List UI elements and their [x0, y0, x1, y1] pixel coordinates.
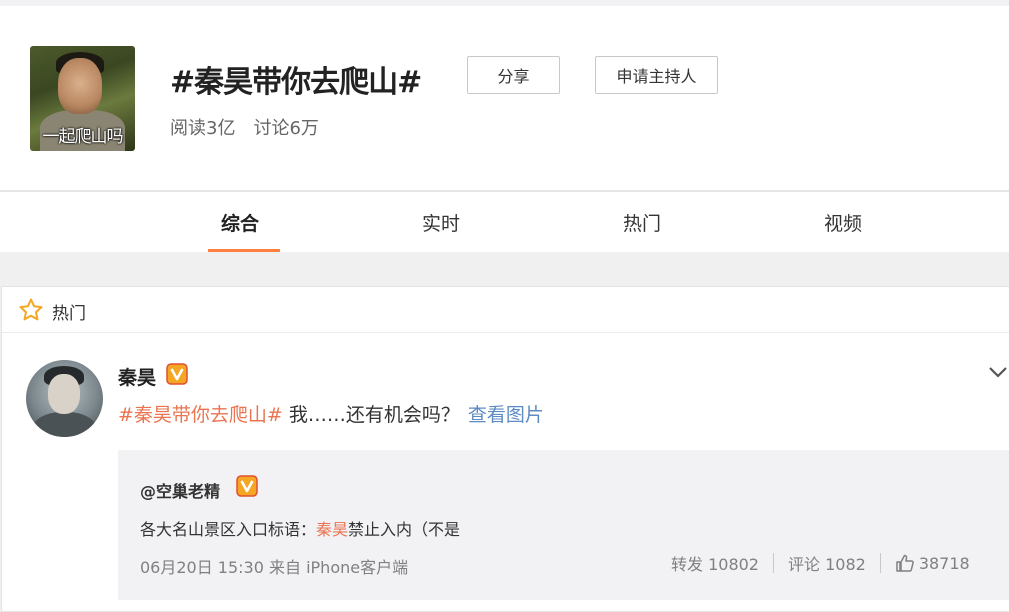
tab-realtime[interactable]: 实时 [371, 192, 511, 252]
post-text: #秦昊带你去爬山# 我……还有机会吗？ 查看图片 [118, 400, 544, 427]
chevron-down-icon[interactable] [987, 365, 1009, 379]
tab-video[interactable]: 视频 [773, 192, 913, 252]
discuss-count: 讨论6万 [253, 118, 319, 139]
like-count: 38718 [918, 553, 970, 573]
view-pictures-link[interactable]: 查看图片 [468, 404, 544, 426]
topic-cover-image: 一起爬山吗 [30, 46, 135, 151]
repost-text: 各大名山景区入口标语：秦昊禁止入内（不是 [140, 516, 460, 540]
repost-author[interactable]: @空巢老精 [140, 478, 220, 502]
repost-meta[interactable]: 06月20日 15:30 来自 iPhone客户端 [140, 554, 408, 578]
cover-caption: 一起爬山吗 [42, 127, 124, 147]
post-body: 我……还有机会吗？ [282, 404, 460, 426]
share-button[interactable]: 分享 [467, 56, 560, 94]
repost-text-prefix: 各大名山景区入口标语： [140, 520, 317, 539]
topic-stats: 阅读3亿 讨论6万 [170, 114, 319, 140]
action-divider [879, 553, 881, 573]
action-divider [773, 553, 774, 573]
feed-card: 热门 秦昊 #秦昊带你去爬山# 我……还有机会吗？ 查看图片 @空巢老精 各大名山… [1, 286, 1009, 612]
apply-host-button[interactable]: 申请主持人 [595, 56, 718, 94]
verified-badge-icon [236, 475, 258, 497]
post-author[interactable]: 秦昊 [118, 363, 156, 390]
topic-header: 一起爬山吗 #秦昊带你去爬山# 阅读3亿 讨论6万 分享 申请主持人 [0, 6, 1009, 191]
repost-actions: 转发 10802 评论 1082 38718 [671, 552, 970, 574]
star-icon [19, 298, 43, 321]
verified-badge-icon [166, 363, 188, 385]
repost-count-button[interactable]: 转发 10802 [671, 551, 759, 575]
repost-text-suffix: 禁止入内（不是 [348, 520, 461, 539]
tab-bar: 综合 实时 热门 视频 [0, 192, 1009, 252]
like-icon [896, 554, 914, 572]
post-hashtag[interactable]: #秦昊带你去爬山# [118, 404, 283, 426]
section-label: 热门 [52, 304, 86, 324]
like-button[interactable]: 38718 [895, 553, 970, 573]
repost-mention[interactable]: 秦昊 [316, 520, 348, 539]
avatar[interactable] [26, 360, 103, 437]
repost-box: @空巢老精 各大名山景区入口标语：秦昊禁止入内（不是 06月20日 15:30 … [118, 450, 1009, 600]
comment-count-button[interactable]: 评论 1082 [788, 551, 866, 575]
tab-hot[interactable]: 热门 [572, 192, 712, 252]
tab-comprehensive[interactable]: 综合 [170, 192, 310, 252]
topic-title: #秦昊带你去爬山# [170, 65, 422, 100]
section-header: 热门 [2, 287, 1009, 333]
read-count: 阅读3亿 [170, 118, 236, 139]
